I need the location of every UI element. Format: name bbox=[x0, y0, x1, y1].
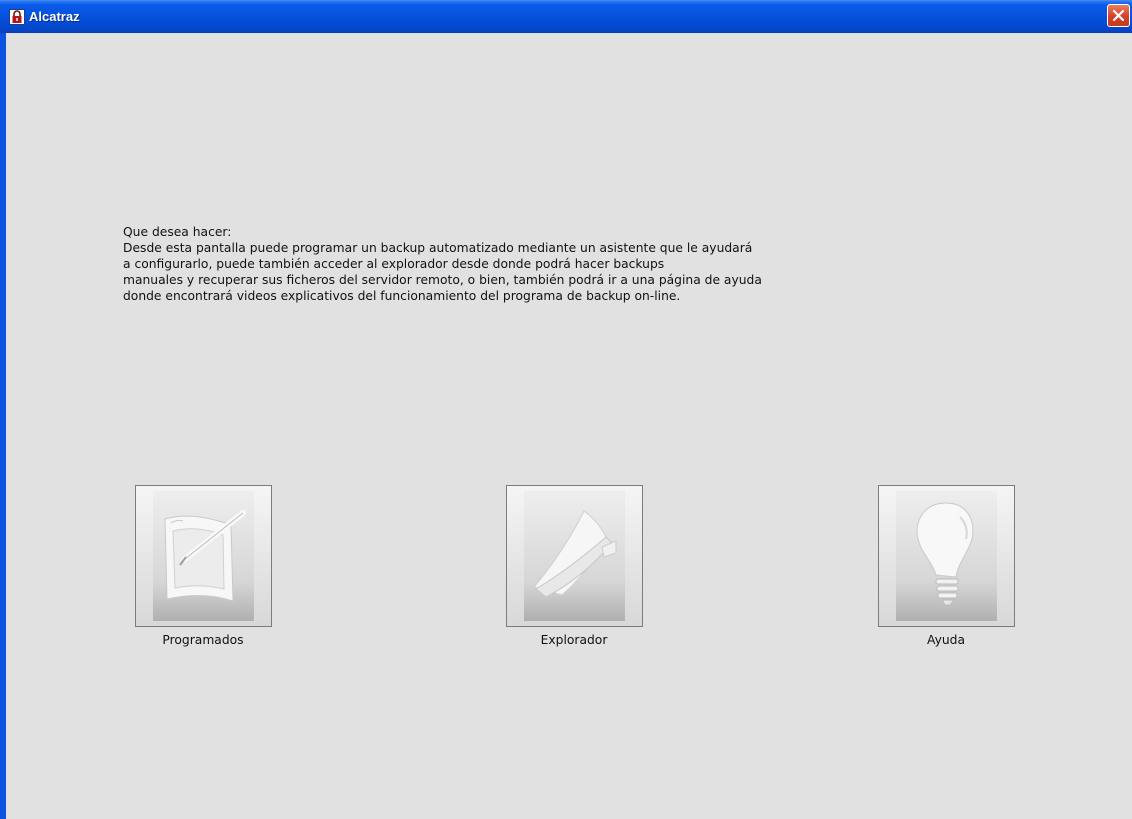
intro-line: manuales y recuperar sus ficheros del se… bbox=[123, 273, 762, 287]
explorador-button[interactable] bbox=[506, 485, 643, 627]
window-title: Alcatraz bbox=[29, 9, 80, 24]
lightbulb-icon bbox=[896, 491, 997, 621]
folder-icon bbox=[524, 491, 625, 621]
intro-line: a configurarlo, puede también acceder al… bbox=[123, 257, 665, 271]
explorador-label: Explorador bbox=[540, 633, 608, 647]
ayuda-button[interactable] bbox=[878, 485, 1015, 627]
tablet-pen-icon bbox=[153, 491, 254, 621]
close-button[interactable] bbox=[1107, 4, 1130, 27]
main-panel: Que desea hacer: Desde esta pantalla pue… bbox=[6, 33, 1132, 819]
application-window: Alcatraz Que desea hacer: Desde esta pan… bbox=[0, 0, 1132, 819]
intro-text: Que desea hacer: Desde esta pantalla pue… bbox=[123, 224, 943, 304]
programados-button[interactable] bbox=[135, 485, 272, 627]
padlock-icon bbox=[9, 9, 25, 25]
close-icon bbox=[1112, 9, 1125, 22]
intro-heading: Que desea hacer: bbox=[123, 225, 232, 239]
ayuda-label: Ayuda bbox=[927, 633, 965, 647]
intro-line: Desde esta pantalla puede programar un b… bbox=[123, 241, 753, 255]
title-bar[interactable]: Alcatraz bbox=[0, 0, 1132, 33]
intro-line: donde encontrará videos explicativos del… bbox=[123, 289, 681, 303]
programados-label: Programados bbox=[162, 633, 244, 647]
